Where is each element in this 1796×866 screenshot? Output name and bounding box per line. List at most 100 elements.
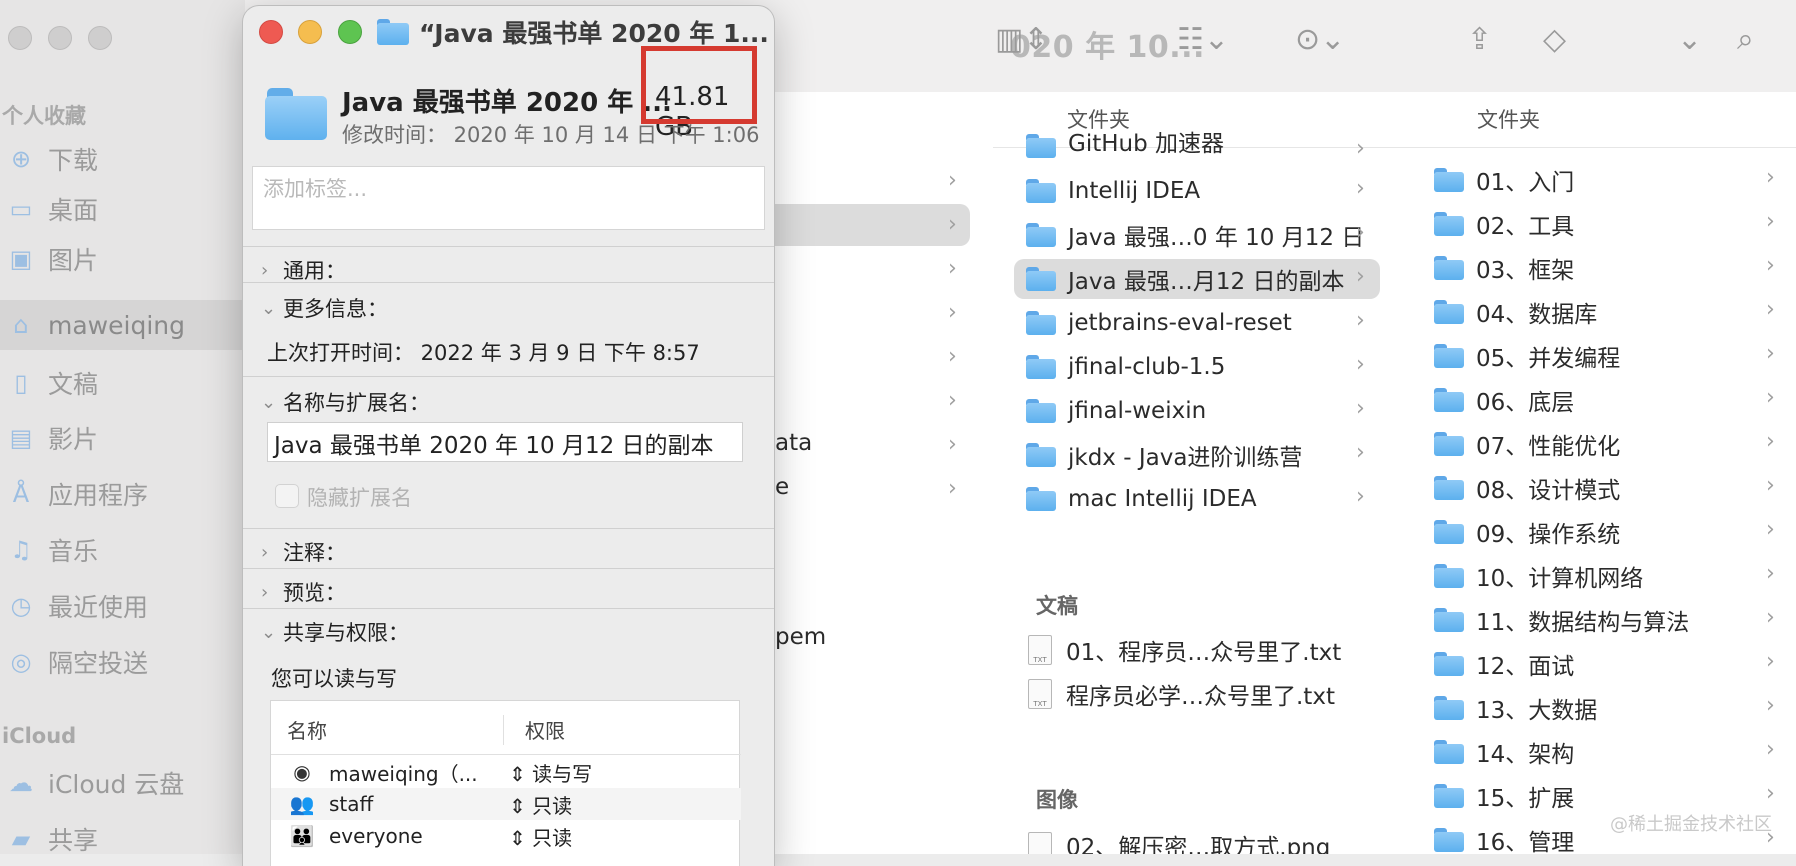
sidebar-item-label: 隔空投送 (48, 649, 149, 678)
sidebar-item-applications[interactable]: Å 应用程序 (0, 469, 245, 519)
list-item[interactable]: 01、入门 (1434, 160, 1574, 200)
list-item-selected[interactable]: Java 最强…月12 日的副本 (1014, 259, 1380, 299)
perm-value[interactable]: ⇕ 只读 (509, 822, 572, 851)
column2-item[interactable]: pem (775, 624, 826, 664)
list-item[interactable]: 02、工具 (1434, 204, 1574, 244)
disclosure-right-icon[interactable]: › (261, 260, 283, 281)
section-comments[interactable]: › 注释： (243, 528, 774, 565)
disclosure-down-icon[interactable]: ⌄ (261, 298, 283, 319)
chevron-right-icon: › (1766, 781, 1775, 806)
disclosure-down-icon[interactable]: ⌄ (261, 622, 283, 643)
list-item[interactable]: 13、大数据 (1434, 688, 1597, 728)
disclosure-down-icon[interactable]: ⌄ (261, 392, 283, 413)
name-field[interactable]: Java 最强书单 2020 年 10 月12 日的副本 (267, 422, 743, 462)
list-item[interactable]: 06、底层 (1434, 380, 1574, 420)
share-icon[interactable]: ⇪ (1467, 22, 1492, 57)
user-icon: ◉ (293, 760, 311, 784)
more-actions-icon[interactable]: ⊙⌄ (1295, 22, 1345, 57)
list-item[interactable]: Intellij IDEA (1026, 171, 1200, 211)
list-item[interactable]: 05、并发编程 (1434, 336, 1620, 376)
section-preview[interactable]: › 预览： (243, 568, 774, 605)
disclosure-right-icon[interactable]: › (261, 542, 283, 563)
sidebar-item-shared[interactable]: ▰ 共享 (0, 814, 245, 864)
table-row[interactable]: 👪 everyone ⇕ 只读 (271, 820, 741, 852)
text-file-icon: TXT (1028, 679, 1052, 709)
column2-item[interactable]: e (775, 474, 789, 514)
list-item[interactable]: jfinal-weixin (1026, 391, 1206, 431)
section-general[interactable]: › 通用： (243, 246, 774, 283)
disclosure-right-icon[interactable]: › (261, 582, 283, 603)
perm-value[interactable]: ⇕ 读与写 (509, 758, 592, 787)
list-item[interactable]: 11、数据结构与算法 (1434, 600, 1689, 640)
section-sharing-header[interactable]: ⌄ 共享与权限： (261, 617, 409, 647)
finder-minimize-button[interactable] (48, 26, 72, 50)
perm-value-text: 读与写 (532, 761, 593, 786)
tag-icon[interactable]: ◇ (1543, 22, 1566, 57)
table-row[interactable]: ◉ maweiqing（... ⇕ 读与写 (271, 756, 741, 788)
list-item[interactable]: 12、面试 (1434, 644, 1574, 684)
section-general-header: › 通用： (261, 255, 346, 285)
sidebar-item-airdrop[interactable]: ◎ 隔空投送 (0, 637, 245, 687)
column2-selected-row[interactable] (775, 204, 970, 246)
list-item[interactable]: 09、操作系统 (1434, 512, 1620, 552)
list-item[interactable]: 03、框架 (1434, 248, 1574, 288)
perm-user: everyone (329, 824, 423, 848)
column-view-icon[interactable]: ▥⇕ (995, 22, 1048, 57)
minimize-button[interactable] (298, 20, 322, 44)
home-icon: ⌂ (13, 311, 29, 339)
column-header-permission[interactable]: 权限 (525, 715, 565, 744)
column2-item[interactable]: ata (775, 430, 812, 470)
list-item[interactable]: TXT 01、程序员…众号里了.txt (1028, 630, 1341, 670)
perm-value[interactable]: ⇕ 只读 (509, 790, 572, 819)
zoom-button[interactable] (338, 20, 362, 44)
sidebar-item-recents[interactable]: ◷ 最近使用 (0, 581, 245, 631)
section-title: 通用： (283, 259, 346, 283)
sidebar-item-icloud-drive[interactable]: ☁ iCloud 云盘 (0, 758, 245, 808)
tags-input[interactable]: 添加标签... (252, 166, 765, 230)
section-name-extension-header[interactable]: ⌄ 名称与扩展名： (261, 387, 430, 417)
folder-icon (1434, 564, 1464, 588)
list-item[interactable]: 16、管理 (1434, 820, 1574, 860)
finder-zoom-button[interactable] (88, 26, 112, 50)
list-item[interactable]: jetbrains-eval-reset (1026, 303, 1292, 343)
list-item[interactable]: 04、数据库 (1434, 292, 1597, 332)
sidebar-item-documents[interactable]: ▯ 文稿 (0, 358, 245, 408)
close-button[interactable] (259, 20, 283, 44)
list-item[interactable]: jkdx - Java进阶训练营 (1026, 435, 1302, 475)
finder-close-button[interactable] (8, 26, 32, 50)
sidebar-item-music[interactable]: ♫ 音乐 (0, 525, 245, 575)
section-more-info-header[interactable]: ⌄ 更多信息： (261, 293, 388, 323)
sidebar-item-home[interactable]: ⌂ maweiqing (0, 300, 245, 350)
folder-icon (1026, 134, 1056, 158)
list-item[interactable]: mac Intellij IDEA (1026, 479, 1257, 519)
list-item[interactable]: 07、性能优化 (1434, 424, 1620, 464)
list-item[interactable]: 02、解压密…取方式.png (1028, 824, 1330, 854)
search-icon[interactable]: ⌕ (1737, 22, 1754, 57)
list-item[interactable]: TXT 程序员必学…众号里了.txt (1028, 674, 1335, 714)
hide-extension-checkbox[interactable] (275, 484, 299, 508)
chevron-down-icon[interactable]: ⌄ (1677, 22, 1702, 57)
list-item[interactable]: Java 最强…0 年 10 月12 日 (1026, 215, 1364, 255)
list-item[interactable]: GitHub 加速器 (1026, 130, 1224, 158)
sidebar-item-downloads[interactable]: ⊕ 下载 (0, 134, 245, 184)
column4-header: 文件夹 (1477, 108, 1540, 132)
group-view-icon[interactable]: ☷⌄ (1177, 22, 1229, 57)
list-item[interactable]: jfinal-club-1.5 (1026, 347, 1225, 387)
folder-icon (1434, 388, 1464, 412)
section-comments-header: › 注释： (261, 537, 346, 567)
sidebar-item-movies[interactable]: ▤ 影片 (0, 413, 245, 463)
list-item-label: jkdx - Java进阶训练营 (1068, 445, 1303, 471)
section-title: 更多信息： (283, 297, 388, 321)
sidebar-item-pictures[interactable]: ▣ 图片 (0, 234, 245, 284)
list-item[interactable]: 15、扩展 (1434, 776, 1574, 816)
chevron-right-icon: › (948, 300, 957, 325)
list-item[interactable]: 14、架构 (1434, 732, 1574, 772)
table-row[interactable]: 👥 staff ⇕ 只读 (271, 788, 741, 820)
list-item[interactable]: 08、设计模式 (1434, 468, 1620, 508)
section-title: 名称与扩展名： (283, 391, 430, 415)
list-item[interactable]: 10、计算机网络 (1434, 556, 1643, 596)
chevron-right-icon: › (948, 432, 957, 457)
list-item-label: 01、入门 (1476, 170, 1575, 196)
sidebar-item-desktop[interactable]: ▭ 桌面 (0, 184, 245, 234)
column-header-name[interactable]: 名称 (287, 715, 327, 744)
